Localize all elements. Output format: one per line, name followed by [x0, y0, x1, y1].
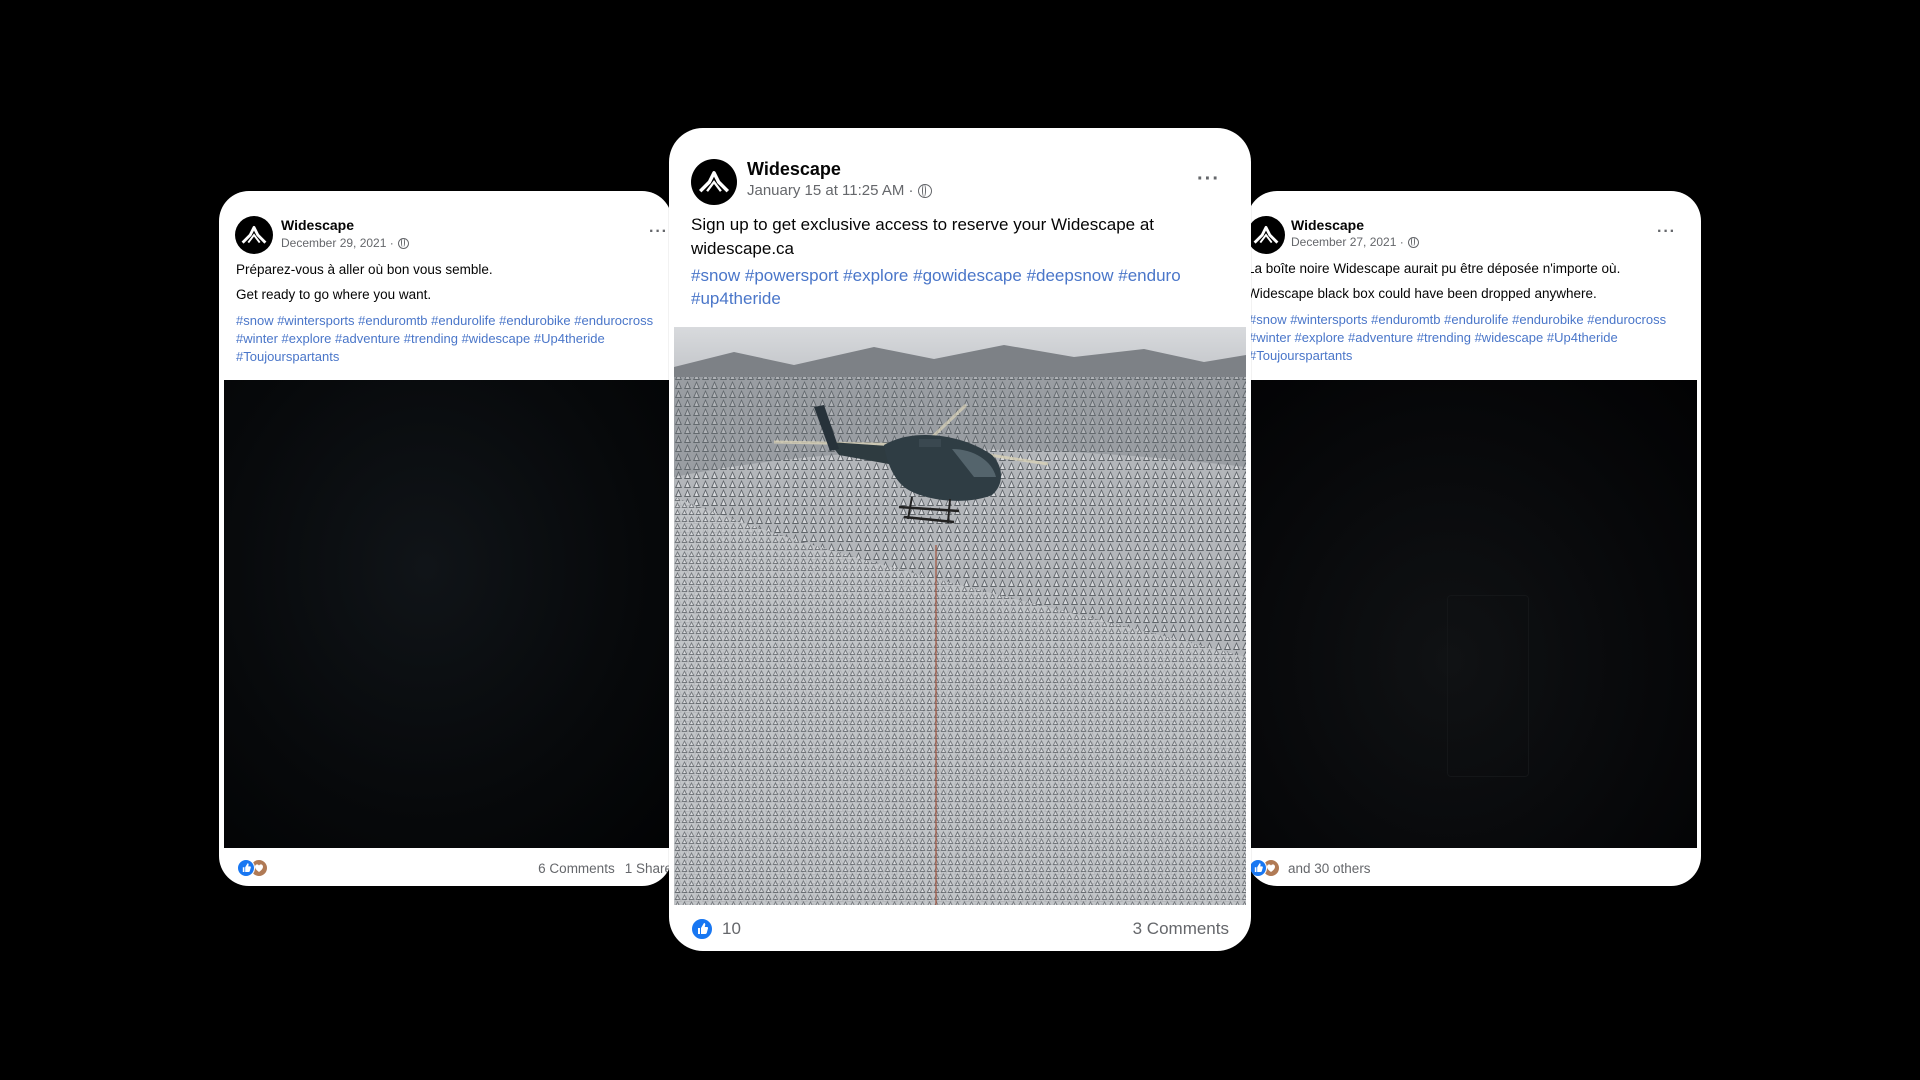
widescape-logo-icon: [698, 171, 730, 193]
avatar[interactable]: [1247, 216, 1285, 254]
hashtag-link[interactable]: #endurolife: [431, 313, 495, 328]
author-name[interactable]: Widescape: [281, 217, 354, 233]
like-icon[interactable]: [691, 918, 713, 940]
snowy-forest-scene: [674, 327, 1246, 905]
post-date[interactable]: January 15 at 11:25 AM ·: [747, 182, 932, 199]
hashtag-link[interactable]: #adventure: [1348, 330, 1413, 345]
hashtag-link[interactable]: #up4theride: [691, 289, 781, 308]
comments-count[interactable]: 6 Comments: [538, 861, 615, 876]
hashtag-link[interactable]: #enduromtb: [1371, 312, 1440, 327]
globe-icon: [917, 183, 932, 198]
hashtag-link[interactable]: #snow: [1249, 312, 1287, 327]
like-icon: [237, 859, 255, 877]
reactions-summary[interactable]: and 30 others: [1288, 861, 1371, 876]
date-text: December 27, 2021 ·: [1291, 235, 1404, 249]
more-options-icon[interactable]: ···: [1197, 168, 1220, 191]
hashtag-link[interactable]: #snow: [236, 313, 274, 328]
post-card-left: Widescape December 29, 2021 · ··· Prépar…: [219, 191, 672, 886]
hashtag-link[interactable]: #endurolife: [1444, 312, 1508, 327]
avatar[interactable]: [691, 159, 737, 205]
hashtag-link[interactable]: #powersport: [745, 266, 839, 285]
hashtag-link[interactable]: #widescape: [462, 331, 531, 346]
hashtag-link[interactable]: #endurocross: [574, 313, 653, 328]
hashtag-link[interactable]: #trending: [1417, 330, 1471, 345]
post-card-right: Widescape December 27, 2021 · ··· La boî…: [1247, 191, 1701, 886]
hashtag-list: #snow #wintersports #enduromtb #enduroli…: [1249, 311, 1679, 366]
hashtag-link[interactable]: #explore: [843, 266, 908, 285]
avatar[interactable]: [235, 216, 273, 254]
globe-icon: [1407, 236, 1419, 248]
shares-count[interactable]: 1 Share: [625, 861, 672, 876]
hashtag-link[interactable]: #gowidescape: [913, 266, 1022, 285]
hashtag-link[interactable]: #deepsnow: [1027, 266, 1114, 285]
post-text-fr: Préparez-vous à aller où bon vous semble…: [236, 262, 493, 277]
post-image-helicopter[interactable]: [674, 327, 1246, 905]
hashtag-link[interactable]: #widescape: [1475, 330, 1544, 345]
comments-count[interactable]: 3 Comments: [1133, 919, 1229, 939]
author-name[interactable]: Widescape: [1291, 217, 1364, 233]
more-options-icon[interactable]: ···: [1657, 223, 1676, 241]
globe-icon: [397, 237, 409, 249]
hashtag-link[interactable]: #wintersports: [1290, 312, 1367, 327]
widescape-logo-icon: [1253, 225, 1279, 244]
post-video-dark[interactable]: [224, 380, 672, 848]
hashtag-link[interactable]: #enduro: [1118, 266, 1180, 285]
author-name[interactable]: Widescape: [747, 159, 841, 180]
hashtag-link[interactable]: #explore: [1295, 330, 1345, 345]
widescape-logo-icon: [241, 225, 267, 244]
post-date[interactable]: December 29, 2021 ·: [281, 236, 409, 250]
hashtag-link[interactable]: #wintersports: [277, 313, 354, 328]
hashtag-link[interactable]: #adventure: [335, 331, 400, 346]
post-text-fr: La boîte noire Widescape aurait pu être …: [1247, 261, 1621, 276]
post-video-dark[interactable]: [1247, 380, 1697, 848]
hashtag-link[interactable]: #Toujourspartants: [236, 349, 339, 364]
hashtag-link[interactable]: #snow: [691, 266, 740, 285]
hashtag-link[interactable]: #explore: [282, 331, 332, 346]
hashtag-link[interactable]: #Toujourspartants: [1249, 348, 1352, 363]
hashtag-link[interactable]: #winter: [236, 331, 278, 346]
post-date[interactable]: December 27, 2021 ·: [1291, 235, 1419, 249]
post-text: Sign up to get exclusive access to reser…: [691, 215, 1155, 258]
date-text: December 29, 2021 ·: [281, 236, 394, 250]
hashtag-link[interactable]: #winter: [1249, 330, 1291, 345]
hashtag-link[interactable]: #trending: [404, 331, 458, 346]
hashtag-list: #snow #powersport #explore #gowidescape …: [691, 265, 1236, 311]
post-card-center: Widescape January 15 at 11:25 AM · ··· S…: [669, 128, 1251, 951]
hashtag-list: #snow #wintersports #enduromtb #enduroli…: [236, 312, 671, 367]
like-icon: [1249, 859, 1267, 877]
more-options-icon[interactable]: ···: [649, 223, 668, 241]
hashtag-link[interactable]: #Up4theride: [1547, 330, 1618, 345]
hashtag-link[interactable]: #endurobike: [1512, 312, 1584, 327]
hashtag-link[interactable]: #Up4theride: [534, 331, 605, 346]
date-text: January 15 at 11:25 AM ·: [747, 182, 914, 199]
likes-count[interactable]: 10: [722, 919, 741, 939]
black-box-silhouette: [1447, 595, 1529, 777]
hashtag-link[interactable]: #endurobike: [499, 313, 571, 328]
post-text-en: Widescape black box could have been drop…: [1247, 286, 1597, 302]
post-text-en: Get ready to go where you want.: [236, 287, 432, 303]
hashtag-link[interactable]: #enduromtb: [358, 313, 427, 328]
hashtag-link[interactable]: #endurocross: [1587, 312, 1666, 327]
